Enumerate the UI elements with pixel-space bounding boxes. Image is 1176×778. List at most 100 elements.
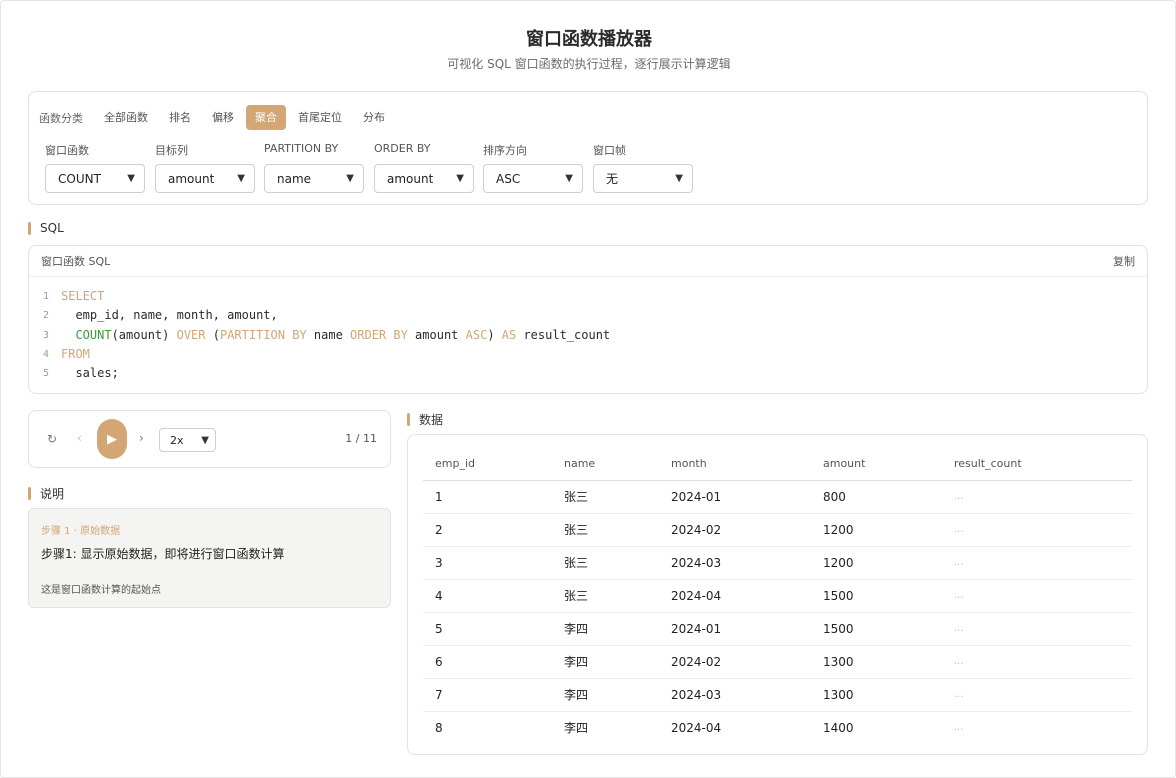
sql-panel-header: 窗口函数 SQL 复制 — [29, 246, 1147, 277]
table-cell-month: 2024-01 — [659, 480, 811, 514]
table-row: 1 张三 2024-01 800... — [423, 480, 1132, 514]
next-step-icon[interactable]: › — [139, 431, 144, 445]
order-by-select[interactable]: amount ▼ — [374, 164, 474, 193]
data-heading-text: 数据 — [419, 413, 444, 427]
table-cell-emp-id: 8 — [435, 720, 443, 735]
speed-select[interactable]: 2x ▼ — [159, 428, 216, 452]
table-cell-month: 2024-03 — [659, 546, 811, 580]
table-row: 6 李四 2024-02 1300... — [423, 645, 1132, 679]
window-function-field: 窗口函数 COUNT ▼ — [45, 142, 145, 193]
target-column-value: amount — [168, 171, 215, 186]
chevron-down-icon: ▼ — [237, 173, 245, 184]
category-tabs: 函数分类 全部函数 排名 偏移 聚合 首尾定位 分布 — [39, 105, 397, 130]
table-cell-month: 2024-01 — [659, 612, 811, 646]
table-cell-name: 张三 — [552, 546, 659, 580]
target-column-field: 目标列 amount ▼ — [155, 142, 255, 193]
line-number: 4 — [42, 348, 49, 360]
sort-direction-value: ASC — [496, 171, 521, 186]
table-row: 2 张三 2024-02 1200... — [423, 513, 1132, 547]
tab-distribution[interactable]: 分布 — [354, 105, 394, 130]
table-cell-result-count: ... — [942, 678, 1132, 712]
speed-value: 2x — [170, 433, 184, 447]
accent-bar — [28, 487, 31, 500]
line-number: 5 — [42, 368, 49, 380]
step-counter: 1 / 11 — [345, 432, 377, 445]
sql-panel: 窗口函数 SQL 复制 1 SELECT 2 emp_id, name, month… — [28, 245, 1148, 394]
line-number: 1 — [42, 291, 49, 302]
chevron-down-icon: ▼ — [565, 173, 573, 184]
tab-aggregate[interactable]: 聚合 — [246, 105, 286, 130]
sql-panel-title: 窗口函数 SQL — [41, 255, 111, 268]
table-cell-amount: 1300 — [811, 678, 942, 712]
play-button[interactable]: ▶ — [97, 419, 127, 459]
table-row: 8 李四 2024-04 1400... — [423, 711, 1132, 744]
window-frame-field: 窗口帧 无 ▼ — [593, 142, 693, 193]
sort-direction-select[interactable]: ASC ▼ — [483, 164, 583, 193]
table-cell-amount: 1500 — [811, 612, 942, 646]
table-cell-result-count: ... — [942, 480, 1132, 514]
table-row: 5 李四 2024-01 1500... — [423, 612, 1132, 646]
data-panel: emp_id name month amount result_count 1张… — [407, 434, 1148, 755]
table-cell-amount: 1200 — [811, 513, 942, 547]
table-row: 7 李四 2024-03 1300... — [423, 678, 1132, 712]
step-title: 步骤 1 · 原始数据 — [41, 526, 121, 537]
table-cell-name: 李四 — [552, 612, 659, 646]
chevron-down-icon: ▼ — [675, 173, 683, 184]
table-cell-month: 2024-02 — [659, 513, 811, 547]
table-cell-amount: 1200 — [811, 546, 942, 580]
table-cell-emp-id: 6 — [423, 645, 552, 679]
table-cell-result-count: ... — [954, 722, 964, 734]
partition-by-value: name — [277, 171, 312, 186]
target-column-select[interactable]: amount ▼ — [155, 164, 255, 193]
table-cell-name: 李四 — [552, 645, 659, 679]
table-header-row: emp_id name month amount result_count — [423, 448, 1132, 481]
explanation-heading-text: 说明 — [40, 487, 65, 501]
order-by-field: ORDER BY amount ▼ — [374, 142, 474, 193]
tab-offset[interactable]: 偏移 — [203, 105, 243, 130]
chevron-down-icon: ▼ — [201, 434, 209, 446]
table-row: 3 张三 2024-03 1200... — [423, 546, 1132, 580]
partition-by-select[interactable]: name ▼ — [264, 164, 364, 193]
reset-icon[interactable]: ↻ — [47, 432, 57, 446]
table-cell-amount: 800 — [811, 480, 942, 514]
table-cell-name: 张三 — [552, 513, 659, 547]
app-window: 窗口函数播放器 可视化 SQL 窗口函数的执行过程，逐行展示计算逻辑 函数分类 … — [0, 0, 1176, 778]
playback-controls: ↻ ‹ ▶ › 2x ▼ 1 / 11 — [28, 410, 391, 468]
chevron-down-icon: ▼ — [127, 173, 135, 184]
table-cell-name: 张三 — [552, 480, 659, 514]
sort-direction-label: 排序方向 — [483, 144, 527, 157]
data-section-heading: 数据 — [407, 411, 443, 428]
column-header-name: name — [552, 448, 659, 481]
explanation-section-heading: 说明 — [28, 485, 64, 502]
code-line: 4 FROM — [29, 345, 1147, 364]
code-line: 1 SELECT — [29, 287, 1147, 306]
table-cell-month: 2024-02 — [659, 645, 811, 679]
prev-step-icon[interactable]: ‹ — [77, 431, 82, 445]
tab-ranking[interactable]: 排名 — [160, 105, 200, 130]
window-function-select[interactable]: COUNT ▼ — [45, 164, 145, 193]
explanation-panel: 步骤 1 · 原始数据 步骤1: 显示原始数据，即将进行窗口函数计算 这是窗口函… — [28, 508, 391, 608]
column-header-amount: amount — [811, 448, 942, 481]
column-header-result-count: result_count — [942, 448, 1132, 481]
tab-all-functions[interactable]: 全部函数 — [95, 105, 157, 130]
window-function-label: 窗口函数 — [45, 144, 89, 157]
window-frame-select[interactable]: 无 ▼ — [593, 164, 693, 193]
tab-first-last[interactable]: 首尾定位 — [289, 105, 351, 130]
table-cell-emp-id: 4 — [423, 579, 552, 613]
partition-by-label: PARTITION BY — [264, 142, 339, 155]
table-cell-name: 张三 — [552, 579, 659, 613]
copy-button[interactable]: 复制 — [1113, 253, 1135, 269]
step-note: 这是窗口函数计算的起始点 — [41, 585, 161, 596]
table-cell-amount: 1300 — [811, 645, 942, 679]
table-row: 4 张三 2024-04 1500... — [423, 579, 1132, 613]
table-cell-name: 李四 — [552, 678, 659, 712]
code-line: 2 emp_id, name, month, amount, — [29, 306, 1147, 325]
code-line: 5 sales; — [29, 364, 1147, 383]
column-header-month: month — [659, 448, 811, 481]
partition-by-field: PARTITION BY name ▼ — [264, 142, 364, 193]
table-cell-emp-id: 2 — [423, 513, 552, 547]
chevron-down-icon: ▼ — [456, 173, 464, 184]
window-frame-label: 窗口帧 — [593, 144, 626, 157]
table-cell-emp-id: 7 — [423, 678, 552, 712]
table-cell-emp-id: 1 — [423, 480, 552, 514]
